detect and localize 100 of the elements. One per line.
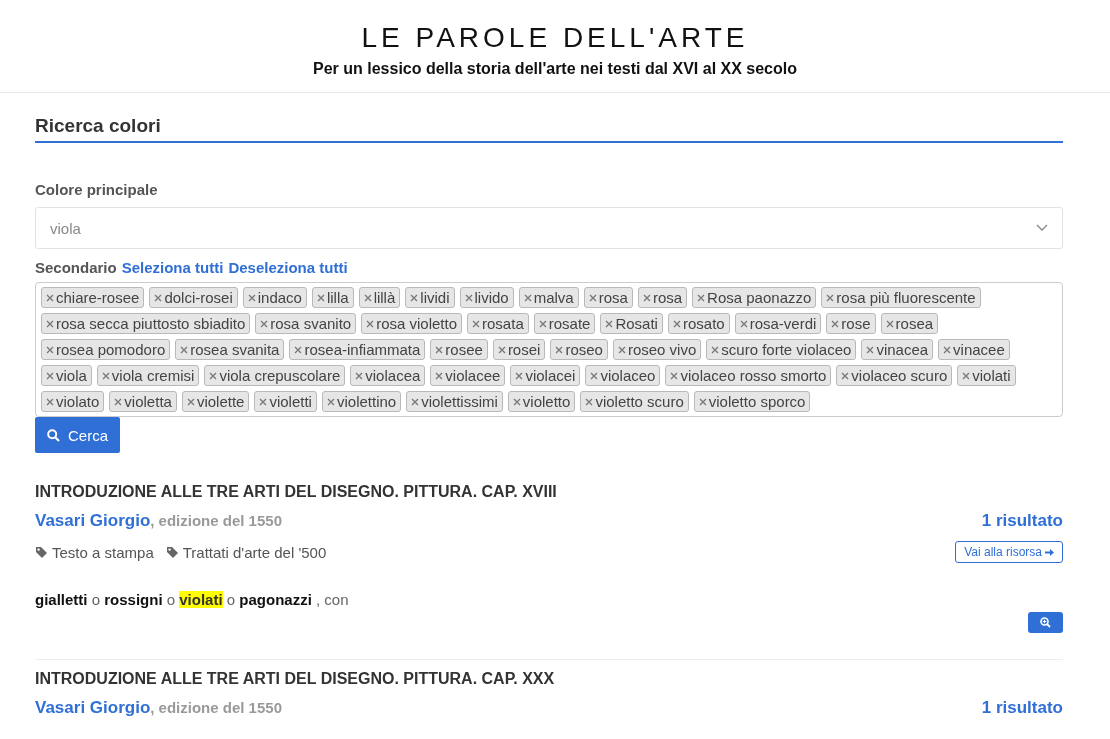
color-tag[interactable]: Rosa paonazzo xyxy=(692,287,817,308)
color-tag[interactable]: indaco xyxy=(242,287,307,308)
remove-icon xyxy=(46,397,54,406)
color-tag[interactable]: violacea xyxy=(350,365,426,386)
section-heading: Ricerca colori xyxy=(35,93,1063,143)
remove-icon xyxy=(588,293,597,302)
remove-icon xyxy=(101,371,110,380)
remove-icon xyxy=(410,293,419,302)
remove-icon xyxy=(435,371,444,380)
color-tag[interactable]: violacee xyxy=(430,365,506,386)
remove-icon xyxy=(831,319,840,328)
color-tag[interactable]: violacei xyxy=(510,365,581,386)
color-tag[interactable]: viola crepuscolare xyxy=(204,365,346,386)
remove-icon xyxy=(590,371,599,380)
result-count: 1 risultato xyxy=(981,698,1063,718)
color-tag[interactable]: rosa xyxy=(637,287,688,308)
color-tag[interactable]: violetto sporco xyxy=(693,391,811,412)
color-tag[interactable]: rosei xyxy=(492,339,546,360)
color-tag[interactable]: violetta xyxy=(109,391,177,412)
author-link[interactable]: Vasari Giorgio xyxy=(35,511,151,530)
search-button[interactable]: Cerca xyxy=(35,417,120,453)
color-tag[interactable]: rosato xyxy=(667,313,730,334)
result-title: INTRODUZIONE ALLE TRE ARTI DEL DISEGNO. PITTURA. CAP. XVIII xyxy=(35,483,558,501)
remove-icon xyxy=(739,319,748,328)
remove-icon xyxy=(186,397,195,406)
color-tag[interactable]: rose xyxy=(826,313,876,334)
color-tag[interactable]: lillà xyxy=(358,287,401,308)
color-tag[interactable]: livido xyxy=(459,287,514,308)
color-tag[interactable]: viola xyxy=(41,365,92,386)
color-tag[interactable]: violaceo xyxy=(585,365,661,386)
color-tag[interactable]: malva xyxy=(518,287,579,308)
remove-icon xyxy=(154,293,163,302)
edition-text: , edizione del 1550 xyxy=(150,512,282,529)
color-tag[interactable]: rosa-verdi xyxy=(734,313,822,334)
color-tag[interactable]: violaceo rosso smorto xyxy=(665,365,832,386)
tag-input[interactable] xyxy=(35,282,1063,417)
site-title: LE PAROLE DELL'ARTE xyxy=(361,22,749,54)
color-tag[interactable]: rosa più fluorescente xyxy=(821,287,981,308)
remove-icon xyxy=(841,371,850,380)
color-tag[interactable]: roseo xyxy=(550,339,608,360)
color-tag[interactable]: scuro forte violaceo xyxy=(706,339,857,360)
color-tag[interactable]: Rosati xyxy=(600,313,663,334)
remove-icon xyxy=(294,345,303,354)
remove-icon xyxy=(366,319,375,328)
color-tag[interactable]: rosea pomodoro xyxy=(41,339,171,360)
remove-icon xyxy=(46,319,54,328)
color-tag[interactable]: rosa violetto xyxy=(361,313,463,334)
remove-icon xyxy=(672,319,681,328)
remove-icon xyxy=(617,345,626,354)
zoom-button[interactable] xyxy=(1028,612,1063,633)
color-tag[interactable]: rosa svanito xyxy=(255,313,357,334)
remove-icon xyxy=(670,371,679,380)
select-all-link[interactable]: Seleziona tutti xyxy=(121,259,224,276)
color-tag[interactable]: chiare-rosee xyxy=(41,287,145,308)
color-select[interactable]: viola xyxy=(35,207,1063,249)
color-tag[interactable]: violettissimi xyxy=(406,391,503,412)
color-tag[interactable]: vinacee xyxy=(938,339,1010,360)
color-tag[interactable]: violati xyxy=(957,365,1016,386)
remove-icon xyxy=(435,345,444,354)
remove-icon xyxy=(114,397,123,406)
remove-icon xyxy=(355,371,364,380)
color-tag[interactable]: violettino xyxy=(321,391,402,412)
color-tag[interactable]: violato xyxy=(41,391,105,412)
color-tag[interactable]: rosea svanita xyxy=(175,339,285,360)
color-tag[interactable]: rosee xyxy=(430,339,488,360)
color-tag[interactable]: rosea-infiammata xyxy=(289,339,426,360)
color-tag[interactable]: violetto xyxy=(507,391,576,412)
color-tag[interactable]: rosa xyxy=(583,287,633,308)
color-tag[interactable]: vinacea xyxy=(861,339,934,360)
color-tag[interactable]: violetti xyxy=(254,391,317,412)
color-tag[interactable]: lividi xyxy=(405,287,455,308)
site-subtitle: Per un lessico della storia dell'arte nei testi dal XVI al XX secolo xyxy=(313,60,797,78)
color-tag[interactable]: rosata xyxy=(467,313,529,334)
result-count: 1 risultato xyxy=(981,511,1063,531)
color-tag[interactable]: rosate xyxy=(533,313,596,334)
color-tag[interactable]: dolci-rosei xyxy=(149,287,238,308)
color-tag[interactable]: rosea xyxy=(880,313,939,334)
remove-icon xyxy=(464,293,473,302)
category-label: Trattati d'arte del '500 xyxy=(165,543,327,561)
remove-icon xyxy=(46,293,54,302)
color-tag[interactable]: lilla xyxy=(311,287,354,308)
result-title: INTRODUZIONE ALLE TRE ARTI DEL DISEGNO. PITTURA. CAP. XXX xyxy=(35,670,556,688)
remove-icon xyxy=(260,319,269,328)
resource-button[interactable]: Vai alla risorsa xyxy=(955,541,1063,563)
remove-icon xyxy=(885,319,894,328)
color-tag[interactable]: rosa secca piuttosto sbiadito xyxy=(41,313,251,334)
remove-icon xyxy=(512,397,521,406)
deselect-all-link[interactable]: Deseleziona tutti xyxy=(228,259,348,276)
color-tag[interactable]: violaceo scuro xyxy=(836,365,953,386)
remove-icon xyxy=(411,397,420,406)
color-tag[interactable]: viola cremisi xyxy=(96,365,200,386)
remove-icon xyxy=(515,371,524,380)
color-tag[interactable]: roseo vivo xyxy=(612,339,702,360)
author-link[interactable]: Vasari Giorgio xyxy=(35,698,151,717)
color-tag[interactable]: violette xyxy=(181,391,250,412)
text-snippet: gialletti o rossigni o violati o pagonazzi , con xyxy=(35,591,350,608)
remove-icon xyxy=(605,319,614,328)
edition-text: , edizione del 1550 xyxy=(150,699,282,716)
remove-icon xyxy=(209,371,218,380)
color-tag[interactable]: violetto scuro xyxy=(580,391,689,412)
